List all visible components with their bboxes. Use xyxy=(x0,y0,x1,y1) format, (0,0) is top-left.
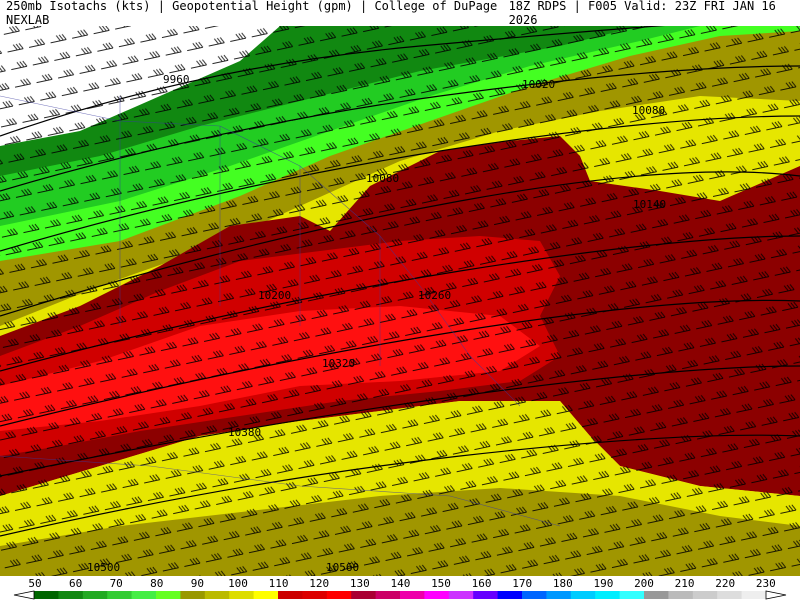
header-title-right: 18Z RDPS | F005 Valid: 23Z FRI JAN 16 20… xyxy=(508,0,776,27)
contour-label-10080a: 10080 xyxy=(632,104,665,117)
contour-label-9960: 9960 xyxy=(163,73,190,86)
colorbar-swatch xyxy=(400,591,425,599)
colorbar-swatch xyxy=(644,591,669,599)
colorbar-tick-label: 130 xyxy=(350,577,370,590)
colorbar-tick-label: 210 xyxy=(675,577,695,590)
colorbar-tick-label: 160 xyxy=(472,577,492,590)
colorbar-tick-label: 60 xyxy=(69,577,82,590)
colorbar-tick-label: 50 xyxy=(28,577,41,590)
colorbar-swatch xyxy=(156,591,181,599)
colorbar-swatch xyxy=(253,591,279,599)
colorbar-tick-label: 220 xyxy=(715,577,735,590)
colorbar-tick-label: 90 xyxy=(191,577,204,590)
isotach-colorbar: 50 60 70 80 90 100 110 120 130 140 150 160 170 180 190… xyxy=(0,576,800,600)
colorbar-tick-label: 200 xyxy=(634,577,654,590)
colorbar-swatch xyxy=(58,591,84,599)
colorbar-tick-label: 110 xyxy=(269,577,289,590)
colorbar-tick-label: 80 xyxy=(150,577,163,590)
colorbar-tick-label: 150 xyxy=(431,577,451,590)
colorbar-swatch xyxy=(570,591,596,599)
contour-label-10200: 10200 xyxy=(258,289,291,302)
colorbar-tick-label: 140 xyxy=(390,577,410,590)
colorbar-swatch xyxy=(229,591,255,599)
contour-label-10320: 10320 xyxy=(322,357,355,370)
colorbar-swatch xyxy=(131,591,157,599)
colorbar-tick-label: 100 xyxy=(228,577,248,590)
colorbar-swatch xyxy=(741,591,767,599)
colorbar-swatch xyxy=(278,591,303,599)
colorbar-swatch xyxy=(180,591,206,599)
colorbar-swatch xyxy=(204,591,230,599)
contour-label-10560: 10560 xyxy=(326,561,359,574)
contour-label-10020: 10020 xyxy=(522,78,555,91)
colorbar-tick-label: 70 xyxy=(110,577,123,590)
colorbar-right-arrow xyxy=(765,590,787,600)
colorbar-swatch xyxy=(351,591,377,599)
colorbar-swatch xyxy=(107,591,133,599)
map-header: 250mb Isotachs (kts) | Geopotential Heig… xyxy=(0,0,800,27)
contour-label-10080b: 10080 xyxy=(366,172,399,185)
colorbar-swatch xyxy=(595,591,621,599)
colorbar-tick-label: 170 xyxy=(512,577,532,590)
colorbar-tick-label: 190 xyxy=(593,577,613,590)
contour-label-10140: 10140 xyxy=(633,198,666,211)
colorbar-swatch xyxy=(546,591,572,599)
colorbar-swatch xyxy=(424,591,450,599)
colorbar-tick-label: 120 xyxy=(309,577,329,590)
colorbar-tick-label: 230 xyxy=(756,577,776,590)
contour-label-10260: 10260 xyxy=(418,289,451,302)
colorbar-swatch xyxy=(692,591,718,599)
colorbar-swatch xyxy=(473,591,499,599)
colorbar-swatch xyxy=(326,591,352,599)
colorbar-swatch xyxy=(82,591,108,599)
colorbar-swatch xyxy=(717,591,743,599)
isotach-map: 9960 10020 10080 10080 10140 10200 10260… xyxy=(0,26,800,576)
colorbar-swatch xyxy=(668,591,694,599)
colorbar-swatch xyxy=(522,591,547,599)
colorbar-swatches xyxy=(34,591,767,599)
colorbar-swatch xyxy=(375,591,401,599)
colorbar-tick-labels: 50 60 70 80 90 100 110 120 130 140 150 160 170 180 190… xyxy=(28,577,775,590)
colorbar-swatch xyxy=(302,591,328,599)
contour-label-10380: 10380 xyxy=(228,426,261,439)
contour-label-10500: 10500 xyxy=(87,561,120,574)
colorbar-swatch xyxy=(34,591,59,599)
colorbar-tick-label: 180 xyxy=(553,577,573,590)
colorbar-swatch xyxy=(497,591,523,599)
colorbar-left-arrow xyxy=(13,590,35,600)
header-title-left: 250mb Isotachs (kts) | Geopotential Heig… xyxy=(6,0,498,27)
colorbar-swatch xyxy=(619,591,645,599)
colorbar-swatch xyxy=(448,591,474,599)
